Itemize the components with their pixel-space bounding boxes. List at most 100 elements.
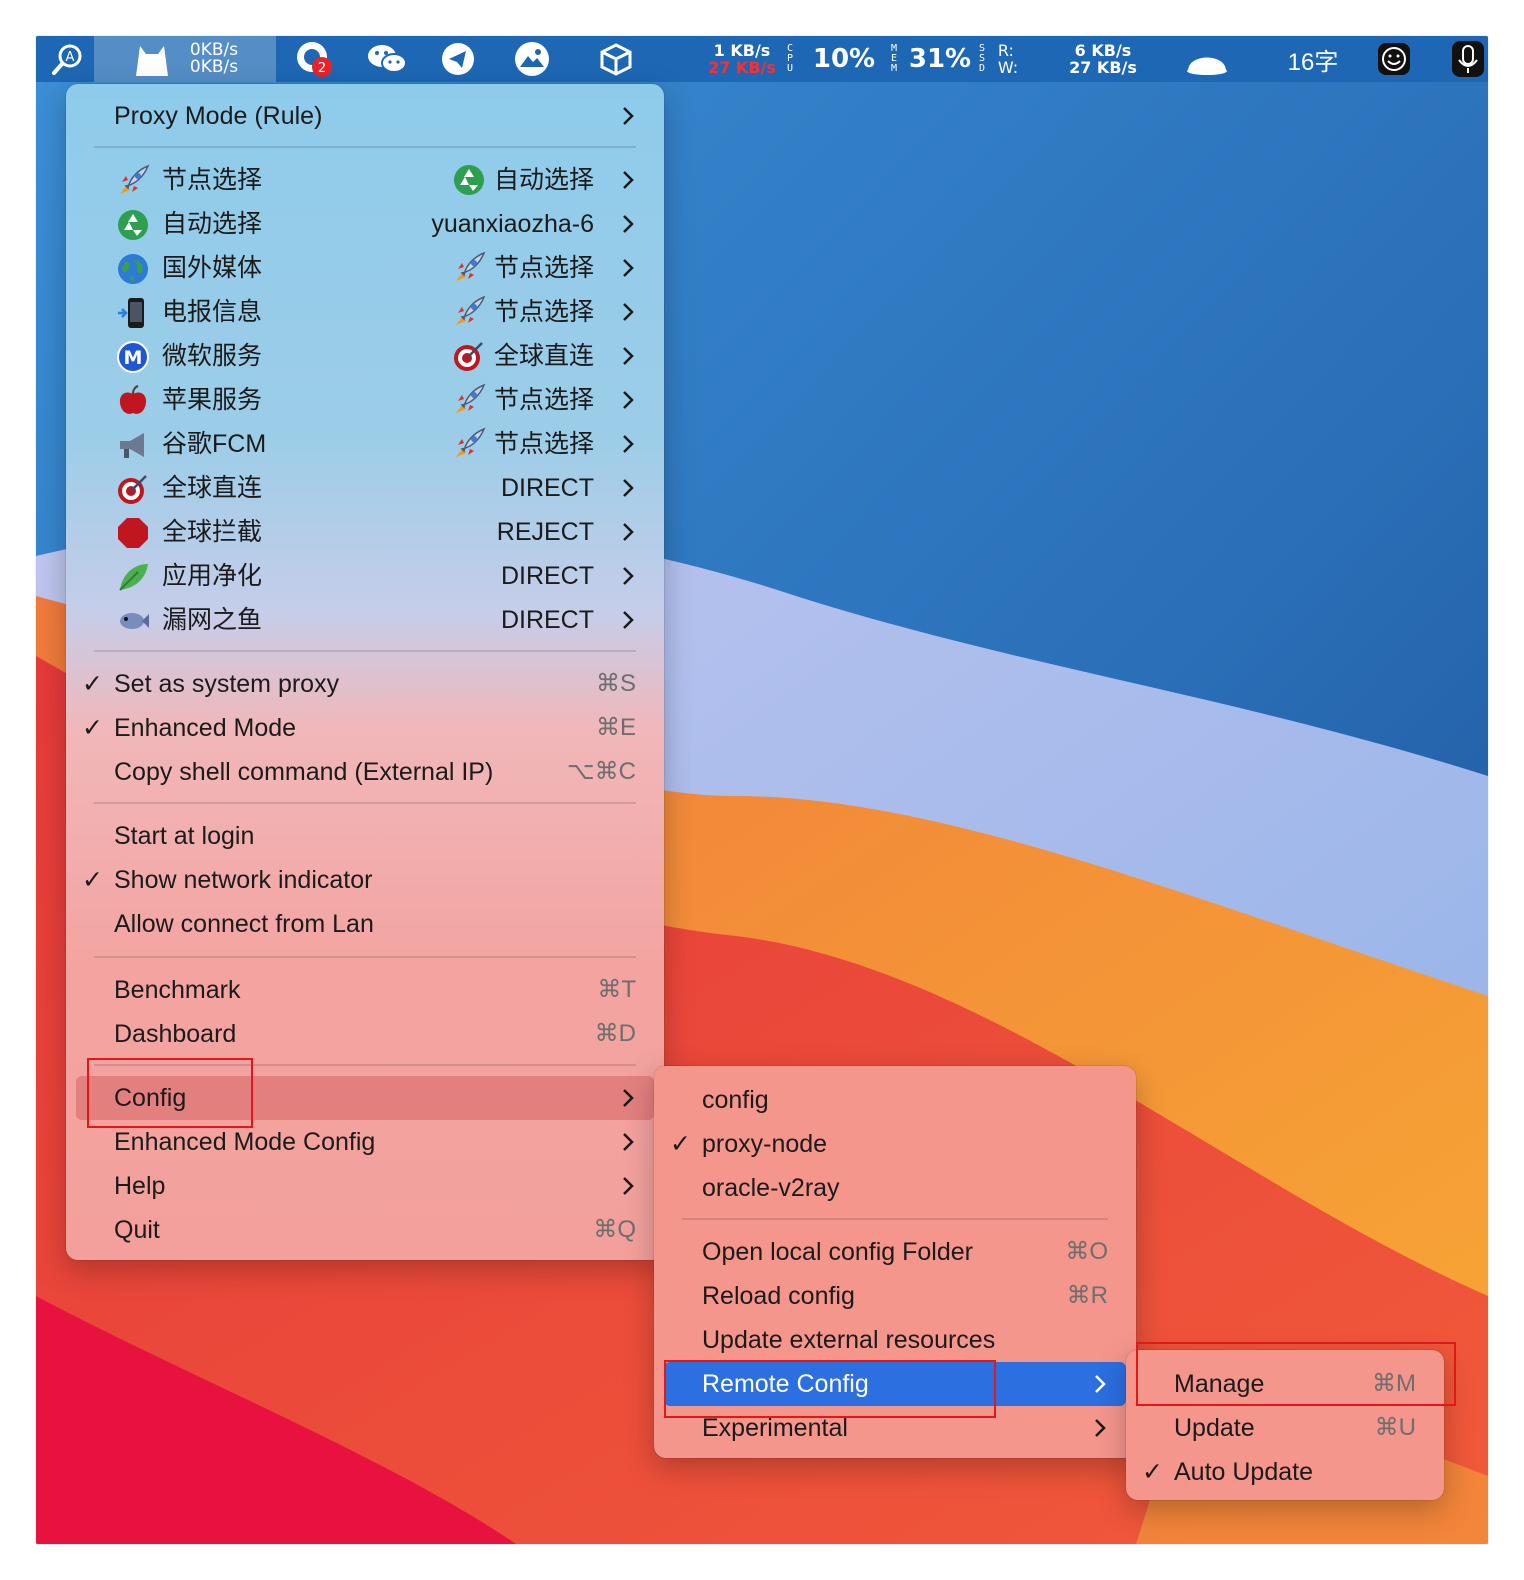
mem-usage: 31% (908, 44, 972, 74)
chevron-right-icon (623, 1089, 634, 1107)
notification-icon[interactable]: 2 (292, 36, 336, 82)
dashboard-item[interactable]: Dashboard ⌘D (76, 1012, 654, 1056)
proxy-group-value: REJECT (496, 518, 594, 546)
svg-text:M: M (124, 347, 143, 369)
proxy-group-name: 谷歌FCM (162, 430, 267, 458)
annotation-box-manage (1136, 1342, 1456, 1406)
start-at-login-item[interactable]: Start at login (76, 814, 654, 858)
chevron-right-icon (623, 611, 634, 629)
chevron-right-icon (623, 347, 634, 365)
kbs-down: 27 KB/s (708, 58, 776, 77)
proxy-group-item[interactable]: 电报信息 节点选择 (76, 290, 654, 334)
megaphone-icon (116, 428, 150, 462)
leaf-icon (116, 560, 150, 594)
ssd-label: SSD (978, 43, 986, 74)
microphone-icon[interactable] (1448, 36, 1488, 82)
kbs-up: 1 KB/s (713, 41, 771, 60)
desktop: A 0KB/s 0KB/s 2 1 KB/s 27 KB/s CPU 10% M… (36, 36, 1488, 1544)
proxy-group-selection: DIRECT (501, 598, 594, 642)
proxy-group-item[interactable]: M 微软服务 全球直连 (76, 334, 654, 378)
proxy-group-item[interactable]: 漏网之鱼 DIRECT (76, 598, 654, 642)
proxy-group-value: 全球直连 (493, 342, 594, 370)
benchmark-item[interactable]: Benchmark ⌘T (76, 968, 654, 1012)
notification-badge: 2 (318, 61, 326, 76)
chevron-right-icon (623, 479, 634, 497)
globe-icon (116, 252, 150, 286)
disk-rw-label: R: W: (997, 41, 1019, 77)
allow-lan-item[interactable]: Allow connect from Lan (76, 902, 654, 946)
chevron-right-icon (623, 435, 634, 453)
recycle-icon (452, 163, 486, 197)
smiley-icon[interactable] (1374, 36, 1414, 82)
checkmark-icon: ✓ (1142, 1458, 1163, 1486)
enhanced-mode-item[interactable]: ✓ Enhanced Mode ⌘E (76, 706, 654, 750)
help-item[interactable]: Help (76, 1164, 654, 1208)
recycle-icon (116, 208, 150, 242)
proxy-group-item[interactable]: 国外媒体 节点选择 (76, 246, 654, 290)
reload-label: Reload config (702, 1282, 855, 1310)
proxy-group-item[interactable]: 节点选择 自动选择 (76, 158, 654, 202)
open-config-folder-item[interactable]: Open local config Folder ⌘O (664, 1230, 1126, 1274)
config-file-label: oracle-v2ray (702, 1174, 840, 1202)
menu-bar: A 0KB/s 0KB/s 2 1 KB/s 27 KB/s CPU 10% M… (36, 36, 1488, 82)
box-icon[interactable] (596, 36, 636, 82)
proxy-group-item[interactable]: 全球直连 DIRECT (76, 466, 654, 510)
cpu-label: CPU (786, 43, 794, 74)
proxy-group-name: 节点选择 (162, 166, 263, 194)
proxy-group-selection: 节点选择 (452, 290, 594, 334)
chevron-right-icon (623, 567, 634, 585)
wechat-icon[interactable] (366, 36, 410, 82)
annotation-box-config (87, 1058, 253, 1128)
proxy-group-value: 节点选择 (493, 254, 594, 282)
proxy-group-name: 漏网之鱼 (162, 606, 263, 634)
chevron-right-icon (623, 1133, 634, 1151)
checkmark-icon: ✓ (670, 1130, 691, 1158)
rocket-icon (452, 295, 486, 329)
update-label: Update (1174, 1414, 1255, 1442)
proxy-group-item[interactable]: 苹果服务 节点选择 (76, 378, 654, 422)
show-network-indicator-item[interactable]: ✓ Show network indicator (76, 858, 654, 902)
proxy-group-value: yuanxiaozha-6 (431, 210, 594, 238)
system-proxy-item[interactable]: ✓ Set as system proxy ⌘S (76, 662, 654, 706)
separator (94, 146, 636, 148)
proxy-mode-item[interactable]: Proxy Mode (Rule) (76, 94, 654, 138)
metro-icon: M (116, 340, 150, 374)
proxy-group-selection: yuanxiaozha-6 (431, 202, 594, 246)
telegram-icon[interactable] (438, 36, 478, 82)
target-icon (452, 339, 486, 373)
cloud-icon[interactable] (1182, 36, 1232, 82)
auto-update-item[interactable]: ✓ Auto Update (1136, 1450, 1434, 1494)
phone-icon (116, 296, 150, 330)
clash-status-item[interactable]: 0KB/s 0KB/s (94, 36, 276, 82)
proxy-group-item[interactable]: 全球拦截 REJECT (76, 510, 654, 554)
proxy-group-value: DIRECT (500, 562, 594, 590)
chevron-right-icon (1095, 1419, 1106, 1437)
update-item[interactable]: Update ⌘U (1136, 1406, 1434, 1450)
proxy-group-item[interactable]: 谷歌FCM 节点选择 (76, 422, 654, 466)
proxy-group-name: 全球拦截 (162, 518, 263, 546)
search-icon[interactable]: A (48, 36, 88, 82)
chevron-right-icon (623, 523, 634, 541)
proxy-group-item[interactable]: 应用净化 DIRECT (76, 554, 654, 598)
start-login-label: Start at login (114, 822, 255, 850)
chevron-right-icon (623, 171, 634, 189)
quit-item[interactable]: Quit ⌘Q (76, 1208, 654, 1252)
proxy-group-name: 应用净化 (162, 562, 263, 590)
reload-config-item[interactable]: Reload config ⌘R (664, 1274, 1126, 1318)
shortcut-label: ⌘E (595, 714, 636, 741)
chevron-right-icon (623, 107, 634, 125)
checkmark-icon: ✓ (82, 714, 103, 742)
copy-shell-command-item[interactable]: Copy shell command (External IP) ⌥⌘C (76, 750, 654, 794)
stop-icon (116, 516, 150, 550)
proxy-group-selection: REJECT (497, 510, 594, 554)
network-speed: 1 KB/s 27 KB/s (702, 36, 782, 82)
mountain-icon[interactable] (512, 36, 552, 82)
disk-speed: 6 KB/s 27 KB/s (1062, 36, 1144, 82)
config-file-item[interactable]: ✓ proxy-node (664, 1122, 1126, 1166)
proxy-group-item[interactable]: 自动选择 yuanxiaozha-6 (76, 202, 654, 246)
config-file-item[interactable]: oracle-v2ray (664, 1166, 1126, 1210)
config-file-item[interactable]: config (664, 1078, 1126, 1122)
proxy-group-selection: DIRECT (501, 466, 594, 510)
update-external-resources-item[interactable]: Update external resources (664, 1318, 1126, 1362)
quit-label: Quit (114, 1216, 160, 1244)
